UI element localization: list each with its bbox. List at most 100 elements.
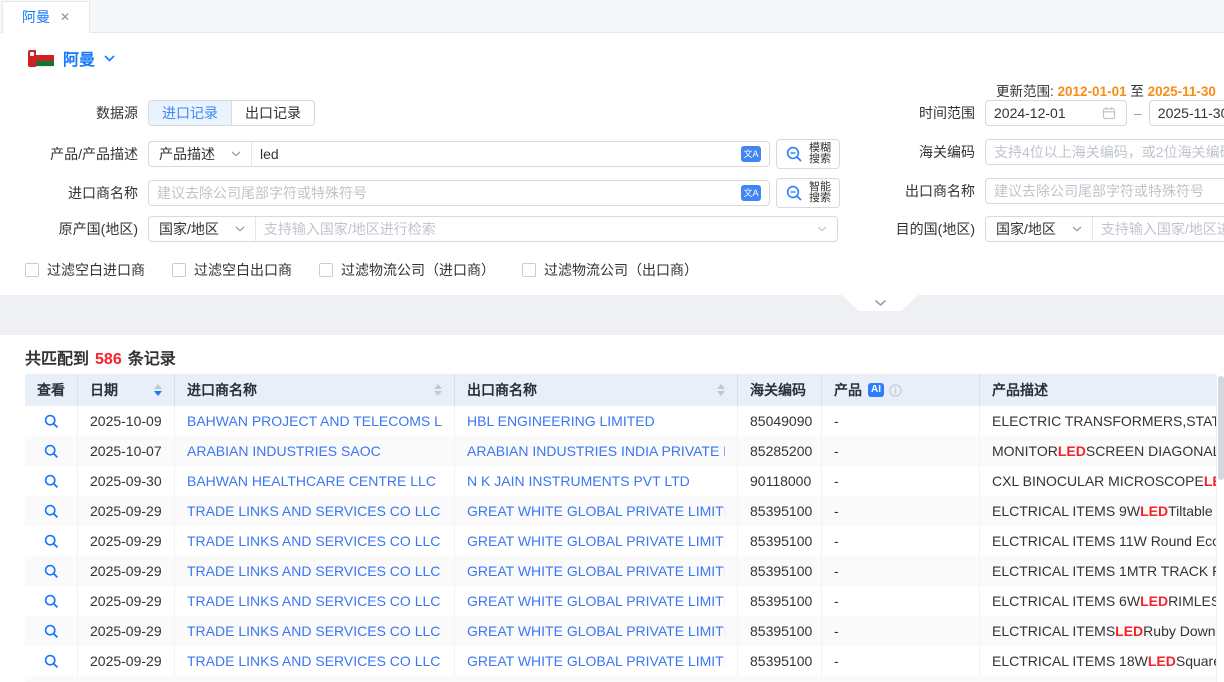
exporter-link[interactable]: GREAT WHITE GLOBAL PRIVATE LIMITED [467,653,725,669]
hscode-input[interactable] [986,144,1224,160]
importer-link[interactable]: TRADE LINKS AND SERVICES CO LLC [187,533,440,549]
description-cell: ELCTRICAL ITEMS LED Ruby Down Li... [980,616,1216,646]
checkbox-filter-logistics-importer[interactable]: 过滤物流公司（进口商） [319,260,495,280]
exporter-cell: GREAT WHITE GLOBAL PRIVATE LIMITED [455,646,738,676]
hscode-cell: 85395100 [738,556,822,586]
origin-type-select[interactable]: 国家/地区 [149,217,256,241]
importer-link[interactable]: TRADE LINKS AND SERVICES CO LLC [187,623,440,639]
date-to-input[interactable] [1150,105,1224,121]
translate-icon[interactable]: 文A [741,146,761,162]
exporter-label: 出口商名称 [887,181,985,201]
date-cell: 2025-09-29 [78,526,175,556]
hscode-cell: 85395100 [738,616,822,646]
view-detail-button[interactable] [44,564,59,579]
importer-link[interactable]: ARABIAN INDUSTRIES SAOC [187,443,381,459]
keyword-highlight: LED [1058,443,1086,459]
product-row: 产品/产品描述 产品描述 文A 模糊搜索 [8,139,840,169]
importer-cell: TRADE LINKS AND SERVICES CO LLC [175,526,455,556]
scrollbar-thumb[interactable] [1218,376,1224,480]
tab-oman[interactable]: 阿曼 ✕ [2,1,90,33]
sort-icon-exporter[interactable] [717,384,725,396]
importer-cell: ARABIAN INDUSTRIES SAOC [175,436,455,466]
hscode-label: 海关编码 [887,142,985,162]
exporter-input[interactable] [986,183,1224,199]
importer-input[interactable] [149,185,741,201]
importer-link[interactable]: BAHWAN PROJECT AND TELECOMS LLC [187,413,442,429]
exporter-link[interactable]: GREAT WHITE GLOBAL PRIVATE LIMITED [467,503,725,519]
sort-icon-date[interactable] [154,384,162,396]
header-exporter[interactable]: 出口商名称 [455,374,738,406]
checkbox-filter-blank-exporter[interactable]: 过滤空白出口商 [172,260,292,280]
info-icon[interactable] [889,384,902,397]
importer-link[interactable]: TRADE LINKS AND SERVICES CO LLC [187,503,440,519]
exporter-link[interactable]: ARABIAN INDUSTRIES INDIA PRIVATE LIMIT..… [467,443,725,459]
checkbox-icon [172,263,186,277]
header-date[interactable]: 日期 [78,374,175,406]
header-importer[interactable]: 进口商名称 [175,374,455,406]
product-cell: - [822,616,980,646]
origin-input[interactable] [256,221,817,237]
datasource-segmented: 进口记录 出口记录 [148,100,315,126]
vertical-scrollbar[interactable] [1216,374,1224,682]
destination-input[interactable] [1093,221,1224,237]
date-cell: 2025-09-29 [78,586,175,616]
importer-link[interactable]: TRADE LINKS AND SERVICES CO LLC [187,593,440,609]
importer-link[interactable]: TRADE LINKS AND SERVICES CO LLC [187,563,440,579]
tab-export-records[interactable]: 出口记录 [231,101,314,125]
importer-cell: TRADE LINKS AND SERVICES CO LLC [175,646,455,676]
product-input[interactable] [252,146,741,162]
destination-input-box: 国家/地区 [985,216,1224,242]
checkbox-filter-blank-importer[interactable]: 过滤空白进口商 [25,260,145,280]
view-magnifier-icon [44,414,59,429]
product-cell: - [822,586,980,616]
product-cell: - [822,436,980,466]
product-cell: - [822,406,980,436]
product-label: 产品/产品描述 [8,144,148,164]
keyword-highlight: LED [1140,503,1168,519]
chevron-down-icon[interactable] [817,226,827,232]
exporter-link[interactable]: HBL ENGINEERING LIMITED [467,413,655,429]
view-detail-button[interactable] [44,624,59,639]
date-cell: 2025-09-29 [78,496,175,526]
magnifier-icon [785,184,804,203]
importer-link[interactable]: TRADE LINKS AND SERVICES CO LLC [187,653,440,669]
fuzzy-search-button[interactable]: 模糊搜索 [776,139,840,169]
tab-import-records[interactable]: 进口记录 [149,101,231,125]
view-detail-button[interactable] [44,504,59,519]
table-row: 2025-09-30BAHWAN HEALTHCARE CENTRE LLCN … [25,466,1216,496]
date-from-input[interactable] [986,105,1102,121]
date-cell: 2025-09-29 [78,556,175,586]
importer-cell: TRADE LINKS AND SERVICES CO LLC [175,616,455,646]
exporter-link[interactable]: GREAT WHITE GLOBAL PRIVATE LIMITED [467,623,725,639]
checkbox-filter-logistics-exporter[interactable]: 过滤物流公司（出口商） [522,260,698,280]
date-cell: 2025-10-09 [78,406,175,436]
view-magnifier-icon [44,564,59,579]
view-detail-button[interactable] [44,594,59,609]
table-row: 2025-10-09 BAHWAN PROJECT AND TELECOMS LL… [25,406,1216,436]
update-range: 更新范围: 2012-01-01 至 2025-11-30 [996,80,1216,100]
translate-icon[interactable]: 文A [741,185,761,201]
oman-flag-icon [28,50,54,67]
product-type-select[interactable]: 产品描述 [149,142,252,166]
importer-link[interactable]: BAHWAN HEALTHCARE CENTRE LLC [187,473,436,489]
view-detail-button[interactable] [44,654,59,669]
importer-input-box: 文A [148,180,770,206]
exporter-link[interactable]: GREAT WHITE GLOBAL PRIVATE LIMITED [467,563,725,579]
header-description: 产品描述 [980,374,1216,406]
smart-search-button[interactable]: 智能搜索 [776,178,840,208]
sort-icon-importer[interactable] [434,384,442,396]
view-detail-button[interactable] [44,414,59,429]
destination-type-select[interactable]: 国家/地区 [986,217,1093,241]
exporter-link[interactable]: N K JAIN INSTRUMENTS PVT LTD [467,473,690,489]
hscode-cell: 85395100 [738,526,822,556]
view-detail-button[interactable] [44,444,59,459]
collapse-form-button[interactable] [842,295,918,311]
exporter-link[interactable]: GREAT WHITE GLOBAL PRIVATE LIMITED [467,533,725,549]
hscode-input-box [985,139,1224,165]
close-icon[interactable]: ✕ [60,11,70,23]
exporter-link[interactable]: GREAT WHITE GLOBAL PRIVATE LIMITED [467,593,725,609]
view-detail-button[interactable] [44,534,59,549]
view-detail-button[interactable] [44,474,59,489]
country-selector[interactable]: 阿曼 [28,46,115,70]
exporter-cell: N K JAIN INSTRUMENTS PVT LTD [455,466,738,496]
